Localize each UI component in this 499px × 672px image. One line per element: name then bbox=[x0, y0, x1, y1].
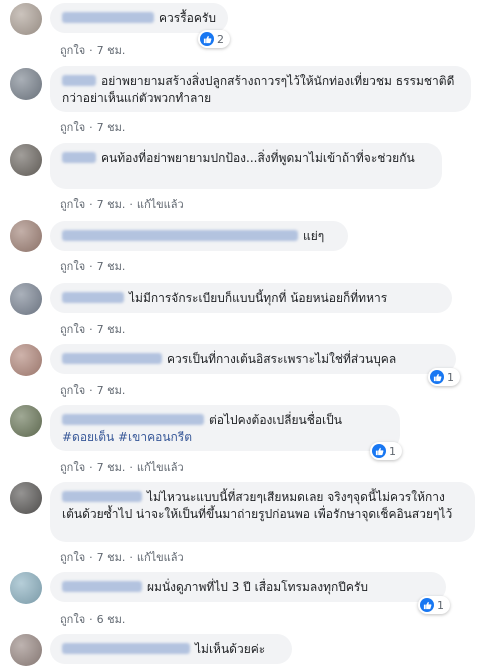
avatar[interactable] bbox=[10, 344, 42, 376]
timestamp[interactable]: 7 ชม. bbox=[97, 44, 126, 57]
avatar[interactable] bbox=[10, 283, 42, 315]
like-link[interactable]: ถูกใจ bbox=[60, 613, 85, 626]
comment-meta: ถูกใจ · 6 ชม. bbox=[60, 610, 125, 628]
timestamp[interactable]: 7 ชม. bbox=[97, 384, 126, 397]
comment-bubble: ต่อไปคงต้องเปลี่ยนชื่อเป็น #ดอยเต็น #เขา… bbox=[50, 405, 400, 451]
comment-bubble: แย่ๆ bbox=[50, 221, 348, 251]
avatar[interactable] bbox=[10, 144, 42, 176]
like-link[interactable]: ถูกใจ bbox=[60, 121, 85, 134]
comment-text: ควรรื้อครับ bbox=[159, 11, 216, 25]
separator: · bbox=[89, 551, 93, 564]
timestamp[interactable]: 7 ชม. bbox=[97, 121, 126, 134]
comment-meta: ถูกใจ · 7 ชม. bbox=[60, 41, 125, 59]
comment-bubble: อย่าพยายามสร้างสิ่งปลูกสร้างถาวรๆไว้ให้น… bbox=[50, 66, 471, 112]
commenter-name-blurred[interactable] bbox=[62, 414, 204, 425]
reaction-count[interactable]: 1 bbox=[428, 368, 460, 386]
timestamp[interactable]: 7 ชม. bbox=[97, 461, 126, 474]
commenter-name-blurred[interactable] bbox=[62, 230, 298, 241]
avatar[interactable] bbox=[10, 405, 42, 437]
like-link[interactable]: ถูกใจ bbox=[60, 384, 85, 397]
timestamp[interactable]: 7 ชม. bbox=[97, 323, 126, 336]
comment-text: แย่ๆ bbox=[303, 229, 325, 243]
comment-text: คนท้องที่อย่าพยายามปกป้อง...สิ่งที่พูดมา… bbox=[101, 151, 415, 165]
separator: · bbox=[89, 121, 93, 134]
reaction-number: 1 bbox=[447, 370, 454, 384]
hashtag-links[interactable]: #ดอยเต็น #เขาคอนกรีต bbox=[62, 430, 192, 444]
reaction-number: 1 bbox=[389, 444, 396, 458]
reaction-number: 1 bbox=[437, 598, 444, 612]
timestamp[interactable]: 7 ชม. bbox=[97, 198, 126, 211]
commenter-name-blurred[interactable] bbox=[62, 643, 190, 654]
reaction-count[interactable]: 1 bbox=[370, 442, 402, 460]
separator: · bbox=[89, 323, 93, 336]
separator: · bbox=[89, 260, 93, 273]
commenter-name-blurred[interactable] bbox=[62, 353, 162, 364]
like-reaction-icon bbox=[372, 444, 386, 458]
like-link[interactable]: ถูกใจ bbox=[60, 551, 85, 564]
commenter-name-blurred[interactable] bbox=[62, 152, 96, 163]
edited-label[interactable]: แก้ไขแล้ว bbox=[137, 551, 184, 564]
comment-meta: ถูกใจ · 7 ชม. bbox=[60, 118, 125, 136]
comment-bubble: ควรเป็นที่กางเต้นอิสระเพราะไม่ใช่ที่ส่วน… bbox=[50, 344, 456, 374]
comment-text: ไม่มีการจักระเบียบก็แบบนี้ทุกที่ น้อยหน่… bbox=[129, 291, 388, 305]
separator: · bbox=[129, 551, 133, 564]
commenter-name-blurred[interactable] bbox=[62, 12, 154, 23]
comment-text: อย่าพยายามสร้างสิ่งปลูกสร้างถาวรๆไว้ให้น… bbox=[62, 74, 455, 105]
avatar[interactable] bbox=[10, 220, 42, 252]
comment-text: ควรเป็นที่กางเต้นอิสระเพราะไม่ใช่ที่ส่วน… bbox=[167, 352, 397, 366]
like-link[interactable]: ถูกใจ bbox=[60, 461, 85, 474]
timestamp[interactable]: 7 ชม. bbox=[97, 551, 126, 564]
commenter-name-blurred[interactable] bbox=[62, 581, 142, 592]
separator: · bbox=[129, 198, 133, 211]
avatar[interactable] bbox=[10, 68, 42, 100]
comment-meta: ถูกใจ · 7 ชม. · แก้ไขแล้ว bbox=[60, 195, 184, 213]
edited-label[interactable]: แก้ไขแล้ว bbox=[137, 198, 184, 211]
separator: · bbox=[89, 198, 93, 211]
avatar[interactable] bbox=[10, 572, 42, 604]
comment-bubble: ไม่ไหวนะแบบนี้ที่สวยๆเสียหมดเลย จริงๆจุด… bbox=[50, 482, 475, 542]
reaction-count[interactable]: 1 bbox=[418, 596, 450, 614]
comment-bubble: ควรรื้อครับ bbox=[50, 3, 228, 33]
edited-label[interactable]: แก้ไขแล้ว bbox=[137, 461, 184, 474]
comment-bubble: ผมนั่งดูภาพที่ไป 3 ปี เสื่อมโทรมลงทุกปีค… bbox=[50, 572, 446, 602]
separator: · bbox=[89, 384, 93, 397]
timestamp[interactable]: 6 ชม. bbox=[97, 613, 126, 626]
avatar[interactable] bbox=[10, 3, 42, 35]
comment-meta: ถูกใจ · 7 ชม. bbox=[60, 381, 125, 399]
commenter-name-blurred[interactable] bbox=[62, 292, 124, 303]
comment-meta: ถูกใจ · 7 ชม. · แก้ไขแล้ว bbox=[60, 548, 184, 566]
like-reaction-icon bbox=[430, 370, 444, 384]
like-link[interactable]: ถูกใจ bbox=[60, 198, 85, 211]
comment-text: ไม่เห็นด้วยค่ะ bbox=[195, 642, 266, 656]
separator: · bbox=[89, 613, 93, 626]
reaction-count[interactable]: 2 bbox=[198, 30, 230, 48]
comment-meta: ถูกใจ · 7 ชม. bbox=[60, 257, 125, 275]
comment-bubble: ไม่เห็นด้วยค่ะ bbox=[50, 634, 292, 664]
avatar[interactable] bbox=[10, 634, 42, 666]
commenter-name-blurred[interactable] bbox=[62, 75, 96, 86]
comment-bubble: คนท้องที่อย่าพยายามปกป้อง...สิ่งที่พูดมา… bbox=[50, 143, 442, 189]
comment-bubble: ไม่มีการจักระเบียบก็แบบนี้ทุกที่ น้อยหน่… bbox=[50, 283, 452, 313]
comment-meta: ถูกใจ · 7 ชม. · แก้ไขแล้ว bbox=[60, 458, 184, 476]
reaction-number: 2 bbox=[217, 32, 224, 46]
separator: · bbox=[129, 461, 133, 474]
like-link[interactable]: ถูกใจ bbox=[60, 323, 85, 336]
like-link[interactable]: ถูกใจ bbox=[60, 260, 85, 273]
like-link[interactable]: ถูกใจ bbox=[60, 44, 85, 57]
like-reaction-icon bbox=[200, 32, 214, 46]
separator: · bbox=[89, 461, 93, 474]
like-reaction-icon bbox=[420, 598, 434, 612]
commenter-name-blurred[interactable] bbox=[62, 491, 142, 502]
comment-text: ต่อไปคงต้องเปลี่ยนชื่อเป็น bbox=[209, 413, 342, 427]
avatar[interactable] bbox=[10, 482, 42, 514]
comment-text: ผมนั่งดูภาพที่ไป 3 ปี เสื่อมโทรมลงทุกปีค… bbox=[147, 580, 368, 594]
separator: · bbox=[89, 44, 93, 57]
timestamp[interactable]: 7 ชม. bbox=[97, 260, 126, 273]
comment-meta: ถูกใจ · 7 ชม. bbox=[60, 320, 125, 338]
